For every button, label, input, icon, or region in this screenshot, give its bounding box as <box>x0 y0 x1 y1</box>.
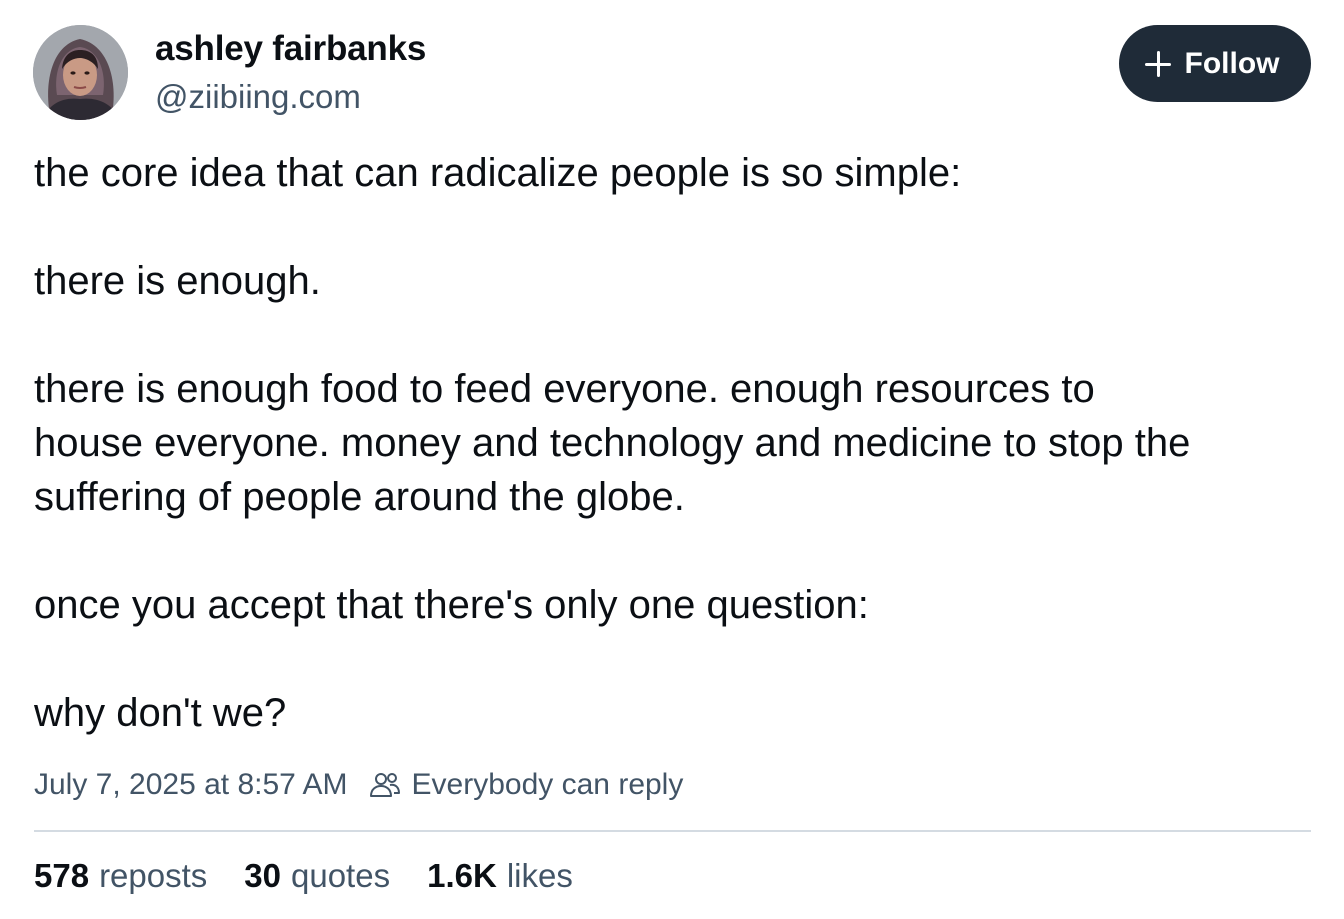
post-paragraph: there is enough food to feed everyone. e… <box>34 362 1324 524</box>
author-handle[interactable]: @ziibiing.com <box>155 76 361 118</box>
likes-count: 1.6K <box>427 857 497 894</box>
post-timestamp[interactable]: July 7, 2025 at 8:57 AM <box>34 768 348 802</box>
reply-setting[interactable]: Everybody can reply <box>412 768 684 802</box>
post-line: there is enough. <box>34 259 321 303</box>
divider <box>34 830 1311 832</box>
post-line: house everyone. money and technology and… <box>34 421 1191 465</box>
reposts-label: reposts <box>99 857 208 894</box>
follow-button-label: Follow <box>1184 46 1280 80</box>
post-text: the core idea that can radicalize people… <box>34 146 1324 740</box>
quotes-label: quotes <box>291 857 391 894</box>
post-meta: July 7, 2025 at 8:57 AM Everybody can re… <box>34 764 683 806</box>
avatar[interactable] <box>33 25 128 120</box>
profile-photo-icon <box>33 25 128 120</box>
post-paragraph: there is enough. <box>34 254 1324 308</box>
post-line: why don't we? <box>34 691 287 735</box>
likes-label: likes <box>506 857 573 894</box>
post-paragraph: once you accept that there's only one qu… <box>34 578 1324 632</box>
post-paragraph: why don't we? <box>34 686 1324 740</box>
reposts-stat[interactable]: 578 reposts <box>34 857 207 895</box>
post-line: the core idea that can radicalize people… <box>34 151 962 195</box>
post-line: once you accept that there's only one qu… <box>34 583 869 627</box>
likes-stat[interactable]: 1.6K likes <box>427 857 573 895</box>
people-icon <box>369 773 400 797</box>
post-line: there is enough food to feed everyone. e… <box>34 367 1095 411</box>
post-paragraph: the core idea that can radicalize people… <box>34 146 1324 200</box>
quotes-count: 30 <box>244 857 281 894</box>
post-stats: 578 reposts 30 quotes 1.6K likes <box>34 853 610 899</box>
follow-button[interactable]: Follow <box>1119 25 1311 102</box>
reposts-count: 578 <box>34 857 90 894</box>
quotes-stat[interactable]: 30 quotes <box>244 857 390 895</box>
post-line: suffering of people around the globe. <box>34 475 685 519</box>
author-name[interactable]: ashley fairbanks <box>155 27 426 71</box>
plus-icon <box>1144 50 1171 77</box>
